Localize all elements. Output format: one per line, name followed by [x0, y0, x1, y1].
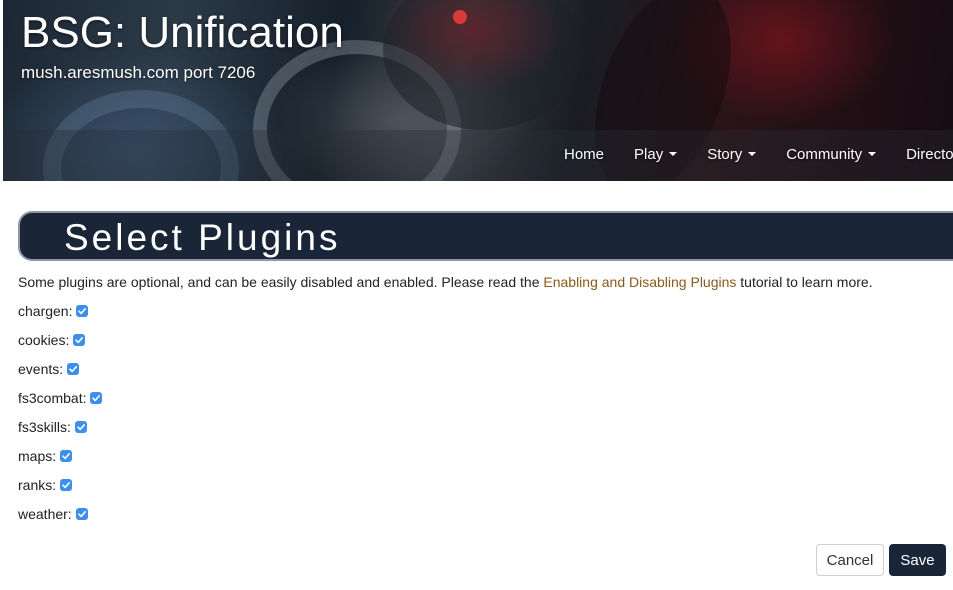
nav-home[interactable]: Home	[564, 146, 604, 166]
checkmark-icon	[78, 308, 87, 315]
checkmark-icon	[77, 511, 86, 518]
caret-down-icon	[669, 152, 678, 157]
plugin-label: weather:	[18, 506, 72, 522]
tutorial-link[interactable]: Enabling and Disabling Plugins	[543, 274, 736, 290]
plugin-row-maps: maps:	[18, 446, 73, 466]
checkmark-icon	[77, 424, 85, 431]
checkmark-icon	[69, 366, 78, 373]
nav-play-label: Play	[634, 146, 664, 163]
fs3skills-checkbox[interactable]	[74, 421, 87, 433]
banner-art	[453, 10, 467, 24]
intro-text: Some plugins are optional, and can be ea…	[18, 274, 873, 290]
checkmark-icon	[62, 482, 71, 489]
nav-play[interactable]: Play	[634, 146, 678, 166]
plugin-row-ranks: ranks:	[18, 475, 73, 495]
cookies-checkbox[interactable]	[73, 334, 86, 346]
main-nav: Home Play Story Community Directory	[564, 146, 953, 166]
weather-checkbox[interactable]	[75, 508, 88, 520]
events-checkbox[interactable]	[67, 363, 80, 375]
plugin-label: events:	[18, 361, 64, 377]
plugin-label: maps:	[18, 448, 57, 464]
plugin-row-cookies: cookies:	[18, 330, 86, 350]
plugin-row-events: events:	[18, 359, 80, 379]
plugin-label: ranks:	[18, 477, 57, 493]
checkmark-icon	[62, 453, 71, 460]
nav-directory[interactable]: Directory	[906, 146, 953, 166]
plugin-row-weather: weather:	[18, 504, 88, 524]
nav-story-label: Story	[707, 146, 743, 163]
intro-before: Some plugins are optional, and can be ea…	[18, 274, 544, 290]
nav-community[interactable]: Community	[786, 146, 877, 166]
plugin-row-chargen: chargen:	[18, 301, 89, 321]
maps-checkbox[interactable]	[60, 450, 73, 462]
page-heading-bar: Select Plugins	[18, 211, 953, 261]
plugin-label: fs3skills:	[18, 419, 71, 435]
site-subtitle: mush.aresmush.com port 7206	[21, 63, 256, 82]
plugin-label: cookies:	[18, 332, 70, 348]
page-title: Select Plugins	[64, 217, 341, 258]
checkmark-icon	[75, 337, 84, 344]
caret-down-icon	[748, 152, 757, 157]
chargen-checkbox[interactable]	[76, 305, 89, 317]
cancel-button[interactable]: Cancel	[816, 544, 884, 576]
site-title[interactable]: BSG: Unification	[21, 8, 344, 58]
save-button[interactable]: Save	[889, 544, 946, 576]
intro-after: tutorial to learn more.	[736, 274, 873, 290]
fs3combat-checkbox[interactable]	[90, 392, 103, 404]
checkmark-icon	[92, 395, 101, 402]
nav-community-label: Community	[786, 146, 863, 163]
nav-home-label: Home	[564, 146, 605, 163]
plugin-row-fs3skills: fs3skills:	[18, 417, 87, 437]
plugin-label: fs3combat:	[18, 390, 87, 406]
plugin-row-fs3combat: fs3combat:	[18, 388, 103, 408]
plugin-label: chargen:	[18, 303, 73, 319]
caret-down-icon	[868, 152, 877, 157]
ranks-checkbox[interactable]	[60, 479, 73, 491]
nav-story[interactable]: Story	[707, 146, 757, 166]
nav-directory-label: Directory	[906, 146, 953, 163]
